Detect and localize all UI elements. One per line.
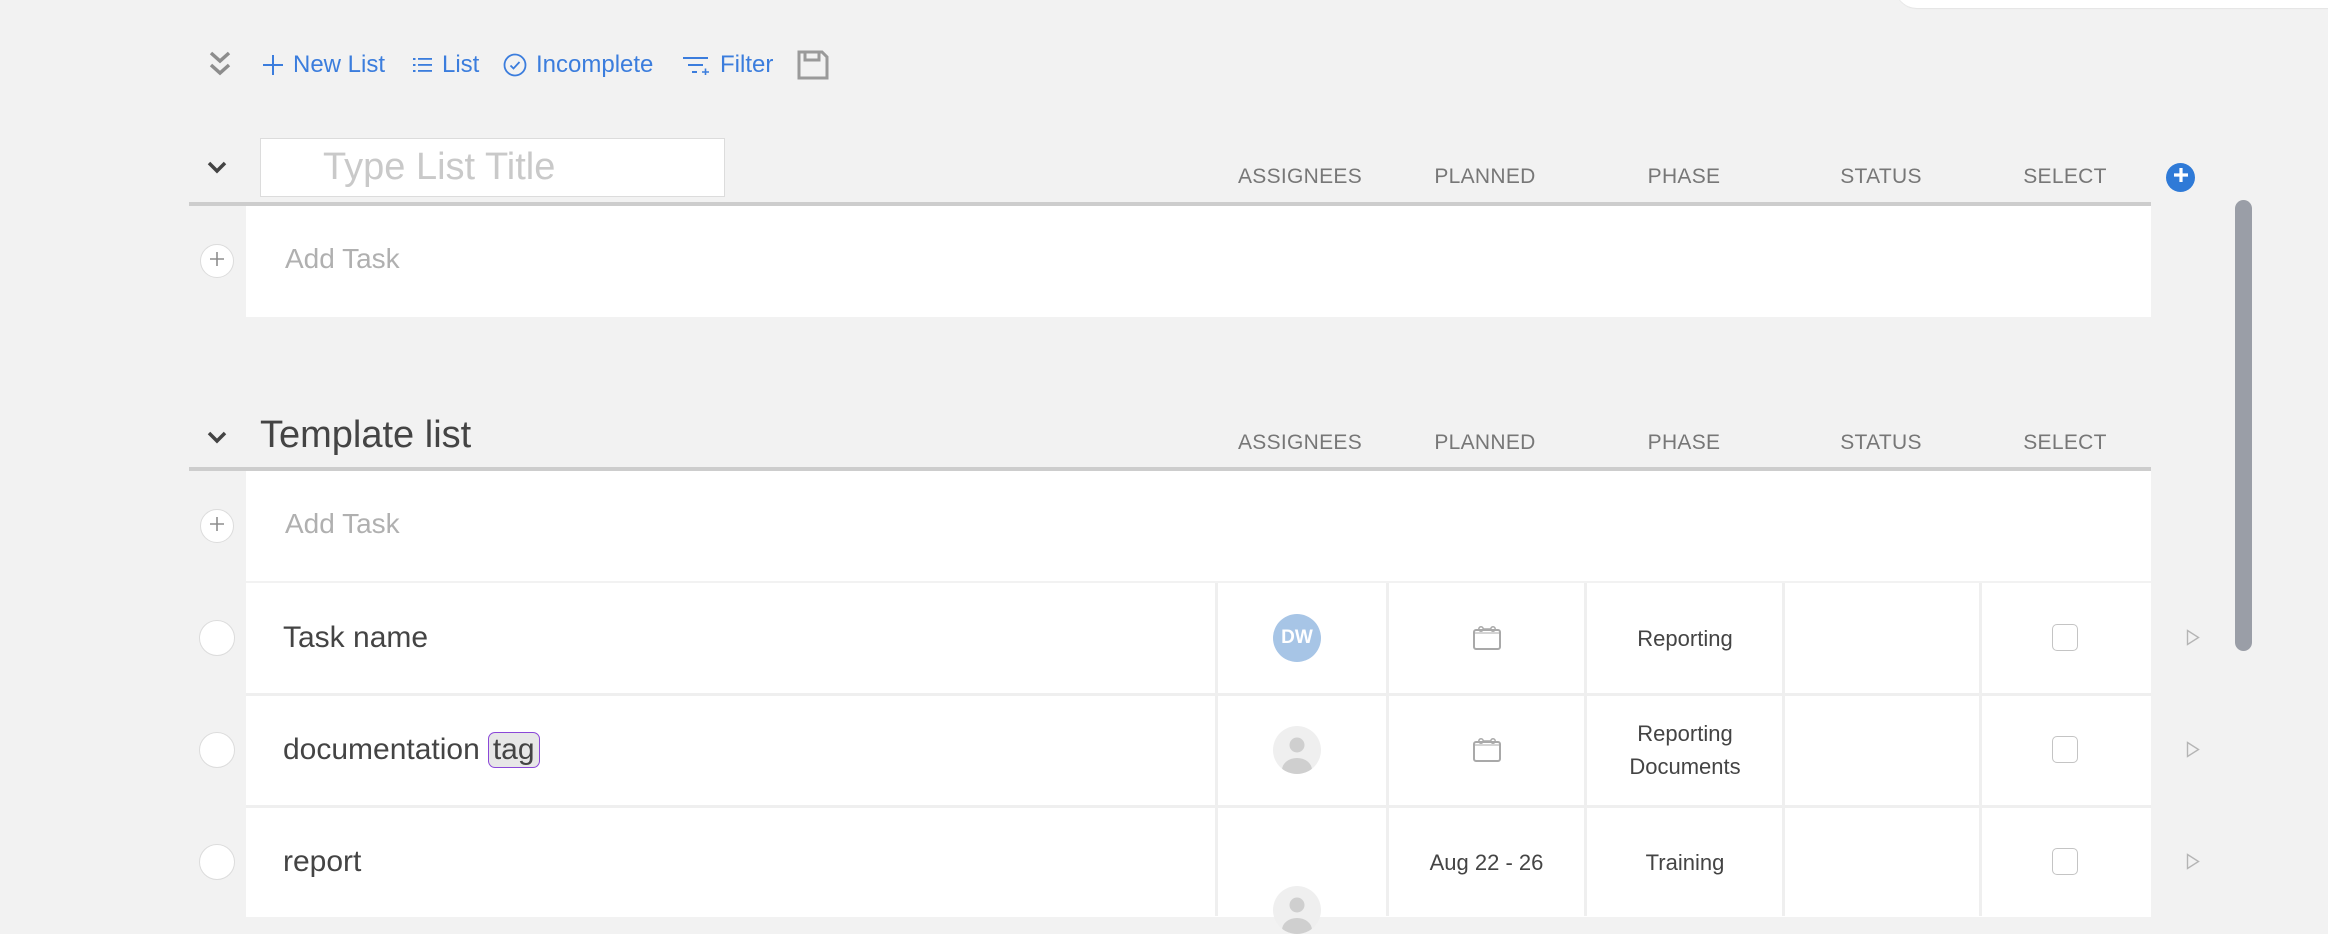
top-right-panel — [1895, 0, 2328, 8]
column-header-planned[interactable]: PLANNED — [1385, 431, 1585, 455]
column-header-select[interactable]: SELECT — [1965, 165, 2165, 189]
vertical-scrollbar[interactable] — [2235, 200, 2252, 651]
status-cell[interactable] — [1785, 807, 1979, 917]
assignee-avatar[interactable]: DW — [1273, 614, 1321, 662]
column-header-phase[interactable]: PHASE — [1584, 431, 1784, 455]
filter-label: Filter — [720, 51, 774, 78]
add-task-button[interactable] — [200, 244, 234, 278]
phase-value: Training — [1645, 849, 1725, 875]
collapse-all-button[interactable] — [207, 40, 233, 90]
toolbar: New List List Incomplete Filter — [0, 40, 900, 90]
chevron-down-icon — [207, 160, 227, 179]
add-task-row — [246, 206, 2151, 317]
incomplete-filter-label: Incomplete — [536, 51, 654, 78]
person-icon — [1273, 886, 1321, 934]
planned-dates: Aug 22 - 26 — [1429, 849, 1544, 875]
complete-task-toggle[interactable] — [199, 844, 235, 880]
check-circle-icon — [503, 53, 527, 77]
new-list-button[interactable]: New List — [262, 40, 385, 90]
play-triangle-icon — [2186, 853, 2200, 870]
planned-cell[interactable]: Aug 22 - 26 — [1389, 807, 1584, 917]
collapse-new-list-caret[interactable] — [204, 156, 230, 182]
phase-cell[interactable]: Reporting — [1620, 583, 1750, 693]
new-list-label: New List — [293, 51, 386, 78]
list-title-input[interactable] — [260, 138, 725, 197]
phase-cell[interactable]: Reporting Documents — [1620, 695, 1750, 805]
column-header-planned[interactable]: PLANNED — [1385, 165, 1585, 189]
status-cell[interactable] — [1785, 695, 1979, 805]
column-header-status[interactable]: STATUS — [1781, 431, 1981, 455]
play-triangle-icon — [2186, 741, 2200, 758]
plus-icon — [262, 54, 284, 76]
column-divider — [1215, 583, 1218, 916]
chevron-down-icon — [207, 430, 227, 449]
column-header-assignees[interactable]: ASSIGNEES — [1200, 431, 1400, 455]
phase-value: Reporting Documents — [1629, 721, 1741, 779]
view-list-button[interactable]: List — [413, 40, 479, 90]
task-name-text: report — [283, 845, 362, 878]
save-icon — [797, 50, 829, 80]
column-header-phase[interactable]: PHASE — [1584, 165, 1784, 189]
list-title[interactable]: Template list — [260, 414, 471, 457]
task-name-text: documentation — [283, 733, 480, 766]
add-list-button[interactable] — [2166, 163, 2195, 192]
column-divider — [1584, 583, 1587, 916]
phase-value: Reporting — [1637, 625, 1733, 651]
column-header-assignees[interactable]: ASSIGNEES — [1200, 165, 1400, 189]
task-name[interactable]: report — [283, 842, 361, 882]
column-divider — [1782, 583, 1785, 916]
filter-icon — [683, 55, 711, 75]
add-task-input[interactable]: Add Task — [285, 508, 400, 540]
task-tag[interactable]: tag — [487, 732, 540, 768]
calendar-icon — [1472, 737, 1502, 763]
phase-cell[interactable]: Training — [1620, 807, 1750, 917]
complete-task-toggle[interactable] — [199, 732, 235, 768]
select-checkbox[interactable] — [2052, 736, 2078, 763]
task-name[interactable]: Task name — [283, 618, 428, 658]
plus-icon — [209, 516, 225, 537]
play-triangle-icon — [2186, 629, 2200, 646]
add-task-row — [246, 471, 2151, 581]
plus-icon — [209, 251, 225, 272]
incomplete-filter-button[interactable]: Incomplete — [503, 40, 653, 90]
planned-cell[interactable] — [1389, 695, 1584, 805]
unassigned-avatar[interactable] — [1273, 886, 1321, 934]
column-divider — [1979, 583, 1982, 916]
expand-task-button[interactable] — [2186, 853, 2200, 870]
expand-task-button[interactable] — [2186, 629, 2200, 646]
task-name[interactable]: documentation tag — [283, 730, 540, 770]
double-chevron-down-icon — [207, 50, 233, 80]
select-checkbox[interactable] — [2052, 624, 2078, 651]
list-icon — [413, 56, 433, 74]
view-list-label: List — [442, 51, 480, 78]
person-icon — [1273, 726, 1321, 774]
status-cell[interactable] — [1785, 583, 1979, 693]
calendar-icon — [1472, 625, 1502, 651]
complete-task-toggle[interactable] — [199, 620, 235, 656]
filter-button[interactable]: Filter — [683, 40, 773, 90]
select-checkbox[interactable] — [2052, 848, 2078, 875]
add-task-button[interactable] — [200, 509, 234, 543]
assignee-initials: DW — [1281, 627, 1313, 648]
unassigned-avatar[interactable] — [1273, 726, 1321, 774]
plus-icon — [2172, 166, 2190, 189]
add-task-input[interactable]: Add Task — [285, 243, 400, 275]
planned-cell[interactable] — [1389, 583, 1584, 693]
task-name-text: Task name — [283, 621, 429, 654]
collapse-template-list-caret[interactable] — [204, 426, 230, 452]
column-header-status[interactable]: STATUS — [1781, 165, 1981, 189]
column-header-select[interactable]: SELECT — [1965, 431, 2165, 455]
column-divider — [1386, 583, 1389, 916]
save-view-button[interactable] — [797, 40, 829, 90]
expand-task-button[interactable] — [2186, 741, 2200, 758]
